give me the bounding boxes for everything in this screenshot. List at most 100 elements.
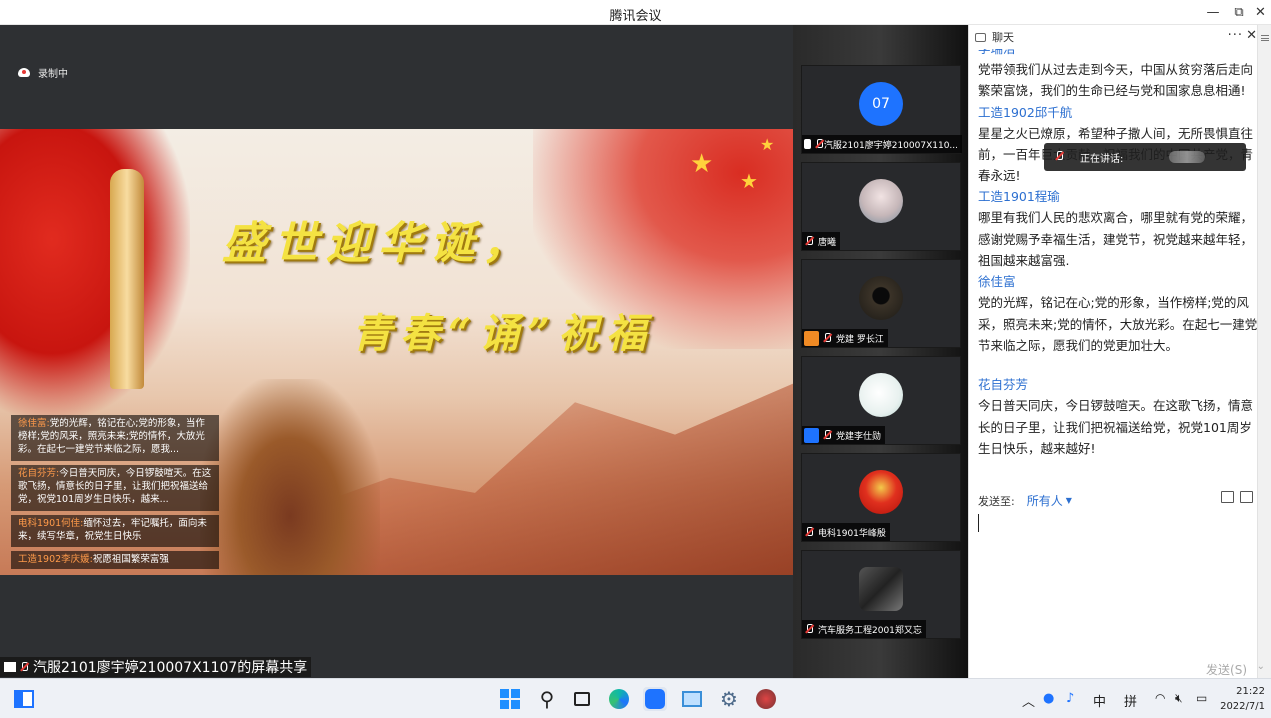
widgets-button[interactable] bbox=[12, 687, 36, 711]
mic-icon[interactable]: ♪ bbox=[1066, 691, 1074, 706]
screen-share-view[interactable]: ★ ★ ★ 盛世迎华诞， 青春“诵”祝福 徐佳富:党的光辉，铭记在心;党的形象，… bbox=[0, 129, 793, 575]
avatar bbox=[859, 276, 903, 320]
participant-tile[interactable]: 唐曦 bbox=[801, 162, 961, 251]
cloud-record-icon bbox=[18, 68, 30, 77]
monitor-icon bbox=[682, 691, 702, 707]
speaking-indicator: 正在讲话: bbox=[1044, 143, 1246, 171]
restore-icon: ⧉ bbox=[1234, 5, 1244, 20]
remote-desktop-button[interactable] bbox=[680, 687, 704, 711]
edge-icon bbox=[609, 689, 629, 709]
participant-tile[interactable]: 07 汽服2101廖宇婷210007X110... bbox=[801, 65, 962, 154]
text-caret bbox=[978, 514, 979, 532]
chat-message-list[interactable]: 李瑞洁 党带领我们从过去走到今天，中国从贫穷落后走向繁荣富饶，我们的生命已经与党… bbox=[969, 49, 1258, 487]
huabiao-pillar-image bbox=[110, 169, 144, 389]
chat-message: 花自芬芳 今日普天同庆，今日锣鼓喧天。在这歌飞扬，情意长的日子里，让我们把祝福送… bbox=[978, 377, 1254, 456]
screen-share-icon bbox=[4, 662, 16, 672]
user-icon bbox=[804, 427, 819, 443]
red-ribbon-image bbox=[0, 129, 190, 419]
start-button[interactable] bbox=[498, 687, 522, 711]
show-hidden-icons-button[interactable]: ︿ bbox=[1022, 691, 1035, 710]
share-headline-2: 青春“诵”祝福 bbox=[352, 310, 655, 357]
app-icon bbox=[756, 689, 776, 709]
edge-button[interactable] bbox=[607, 687, 631, 711]
mic-muted-icon bbox=[19, 662, 29, 672]
gear-icon: ⚙ bbox=[720, 687, 738, 711]
battery-icon[interactable]: ▭ bbox=[1196, 691, 1207, 705]
clock-time: 21:22 bbox=[1236, 686, 1265, 697]
participant-label: 汽车服务工程2001郑又忘 bbox=[802, 620, 926, 638]
ime-indicator[interactable]: 拼 bbox=[1124, 691, 1137, 710]
chat-header: 聊天 ··· ✕ bbox=[969, 25, 1259, 49]
avatar bbox=[859, 179, 903, 223]
panel-menu-button[interactable] bbox=[1257, 25, 1271, 678]
participant-tile[interactable]: 电科1901华峰殷 bbox=[801, 453, 961, 542]
participant-label: 党建李仕勋 bbox=[802, 426, 886, 444]
chevron-down-icon: ▼ bbox=[1065, 496, 1072, 505]
search-icon: ⚲ bbox=[539, 687, 555, 711]
send-options-chevron-icon[interactable]: ⌄ bbox=[1257, 661, 1265, 672]
statue-image bbox=[200, 379, 380, 575]
participant-label: 电科1901华峰殷 bbox=[802, 523, 890, 541]
wifi-icon[interactable]: ◠ bbox=[1155, 691, 1165, 705]
user-icon bbox=[804, 330, 819, 346]
search-button[interactable]: ⚲ bbox=[535, 687, 559, 711]
chat-tools bbox=[1221, 491, 1253, 503]
taskbar: ⚲ ⚙ ︿ ● ♪ 中 拼 ◠ 🔇︎ ▭ 21:22 2022/7/1 bbox=[0, 678, 1271, 718]
qq-icon[interactable]: ● bbox=[1043, 691, 1054, 706]
participant-tile[interactable]: 党建 罗长江 bbox=[801, 259, 961, 348]
star-icon: ★ bbox=[740, 169, 758, 193]
participant-label: 唐曦 bbox=[802, 232, 841, 250]
chat-message: 李瑞洁 党带领我们从过去走到今天，中国从贫穷落后走向繁荣富饶，我们的生命已经与党… bbox=[978, 49, 1254, 99]
chat-message: 徐佳富 党的光辉，铭记在心;党的形象，当作榜样;党的风采，照亮未来;党的情怀，大… bbox=[978, 274, 1258, 353]
speaker-muted-icon[interactable]: 🔇︎ bbox=[1175, 691, 1183, 706]
more-options-button[interactable]: ··· bbox=[1228, 28, 1243, 43]
app-button[interactable] bbox=[754, 687, 778, 711]
close-icon: ✕ bbox=[1255, 5, 1266, 20]
danmu-message: 花自芬芳:今日普天同庆，今日锣鼓喧天。在这歌飞扬，情意长的日子里，让我们把祝福送… bbox=[11, 465, 219, 511]
danmu-message: 工造1902李庆媛:祝愿祖国繁荣富强 bbox=[11, 551, 219, 569]
speaker-name-blurred bbox=[1169, 151, 1205, 163]
send-to-value[interactable]: 所有人 bbox=[1027, 492, 1063, 509]
clock-date: 2022/7/1 bbox=[1220, 701, 1265, 712]
mic-muted-icon bbox=[822, 333, 832, 343]
tencent-meeting-icon bbox=[645, 689, 665, 709]
chat-input[interactable] bbox=[969, 510, 1258, 650]
task-view-button[interactable] bbox=[570, 687, 594, 711]
participant-tile[interactable]: 党建李仕勋 bbox=[801, 356, 961, 445]
avatar bbox=[859, 470, 903, 514]
clock[interactable]: 21:22 2022/7/1 bbox=[1220, 684, 1265, 714]
send-to-selector[interactable]: 发送至: 所有人 ▼ bbox=[978, 492, 1072, 509]
chat-title: 聊天 bbox=[992, 31, 1014, 44]
chat-message: 工造1901程瑜 哪里有我们人民的悲欢离合，哪里就有党的荣耀，感谢党赐予幸福生活… bbox=[978, 189, 1254, 269]
window-title: 腾讯会议 bbox=[609, 9, 662, 24]
share-headline-1: 盛世迎华诞， bbox=[222, 218, 534, 269]
mic-muted-icon bbox=[804, 236, 814, 246]
recording-indicator: 录制中 bbox=[18, 65, 68, 80]
windows-icon bbox=[500, 689, 520, 709]
participant-list: 07 汽服2101廖宇婷210007X110... 唐曦 党建 罗长江 党建李仕… bbox=[793, 25, 968, 678]
mic-muted-icon bbox=[804, 527, 814, 537]
folder-icon[interactable] bbox=[1221, 491, 1234, 503]
send-button[interactable]: 发送(S) bbox=[1206, 661, 1247, 678]
recording-label: 录制中 bbox=[38, 69, 68, 80]
chat-panel: 聊天 ··· ✕ 李瑞洁 党带领我们从过去走到今天，中国从贫穷落后走向繁荣富饶，… bbox=[968, 25, 1271, 678]
avatar bbox=[859, 567, 903, 611]
avatar: 07 bbox=[859, 82, 903, 126]
minimize-icon: — bbox=[1206, 5, 1220, 20]
main-stage: 录制中 ★ ★ ★ 盛世迎华诞， 青春“诵”祝福 徐佳富:党的光辉，铭记在心;党… bbox=[0, 25, 793, 678]
mic-muted-icon bbox=[804, 624, 814, 634]
share-caption: 汽服2101廖宇婷210007X1107的屏幕共享 bbox=[0, 657, 312, 677]
avatar bbox=[859, 373, 903, 417]
title-bar: 腾讯会议 — ⧉ ✕ bbox=[0, 0, 1271, 25]
task-view-icon bbox=[574, 692, 590, 706]
screenshot-icon[interactable] bbox=[1240, 491, 1253, 503]
close-chat-button[interactable]: ✕ bbox=[1246, 28, 1257, 43]
danmu-message: 徐佳富:党的光辉，铭记在心;党的形象，当作榜样;党的风采，照亮未来;党的情怀，大… bbox=[11, 415, 219, 461]
participant-tile[interactable]: 汽车服务工程2001郑又忘 bbox=[801, 550, 961, 639]
close-window-button[interactable]: ✕ bbox=[1250, 0, 1271, 25]
settings-button[interactable]: ⚙ bbox=[717, 687, 741, 711]
mic-icon bbox=[1054, 151, 1066, 163]
tencent-meeting-button[interactable] bbox=[643, 687, 667, 711]
language-indicator[interactable]: 中 bbox=[1093, 691, 1106, 710]
widgets-icon bbox=[14, 690, 34, 708]
